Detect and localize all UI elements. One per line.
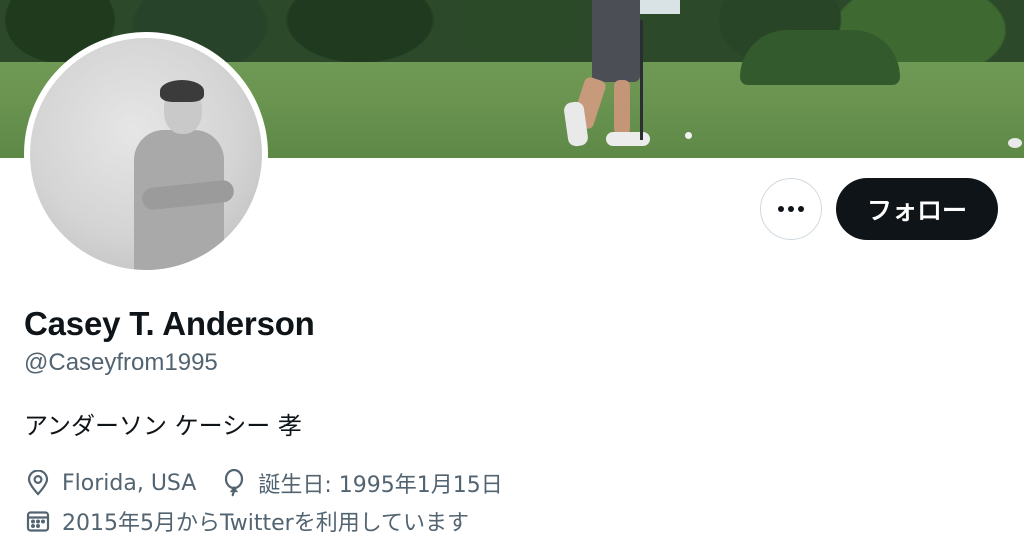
avatar-hair xyxy=(160,80,204,102)
location-item: Florida, USA xyxy=(24,469,196,497)
joined-item: 2015年5月からTwitterを利用しています xyxy=(24,505,469,537)
profile-meta-row: 2015年5月からTwitterを利用しています xyxy=(24,505,469,537)
calendar-icon xyxy=(24,507,52,535)
birthday-text: 誕生日: 1995年1月15日 xyxy=(258,473,503,498)
bio: アンダーソン ケーシー 孝 xyxy=(24,412,302,440)
banner-golfer-shoe xyxy=(606,132,650,146)
banner-golfer-shorts xyxy=(592,0,640,82)
follow-button[interactable]: フォロー xyxy=(836,178,998,240)
banner-golf-club xyxy=(640,20,643,140)
banner-sky xyxy=(640,0,680,14)
balloon-icon xyxy=(220,469,248,497)
more-horizontal-icon xyxy=(777,200,805,218)
display-name: Casey T. Anderson xyxy=(24,305,315,342)
profile-meta-row: Florida, USA 誕生日: 1995年1月15日 xyxy=(24,467,503,499)
banner-golf-ball xyxy=(685,132,692,139)
location-pin-icon xyxy=(24,469,52,497)
joined-text: 2015年5月からTwitterを利用しています xyxy=(62,511,470,536)
banner-golf-ball xyxy=(1008,138,1022,148)
avatar[interactable] xyxy=(24,32,268,276)
banner-bush xyxy=(740,30,900,85)
birthday-item: 誕生日: 1995年1月15日 xyxy=(220,467,503,499)
location-text: Florida, USA xyxy=(62,470,197,496)
more-button[interactable] xyxy=(760,178,822,240)
banner-golfer-leg xyxy=(614,80,630,135)
username: @Caseyfrom1995 xyxy=(24,349,218,376)
